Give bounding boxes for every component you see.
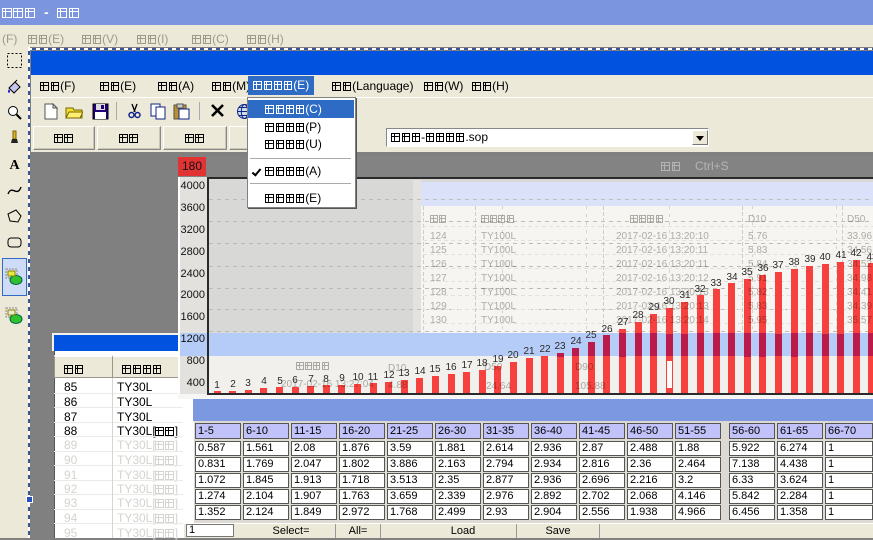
svg-text:A: A [9, 158, 20, 173]
